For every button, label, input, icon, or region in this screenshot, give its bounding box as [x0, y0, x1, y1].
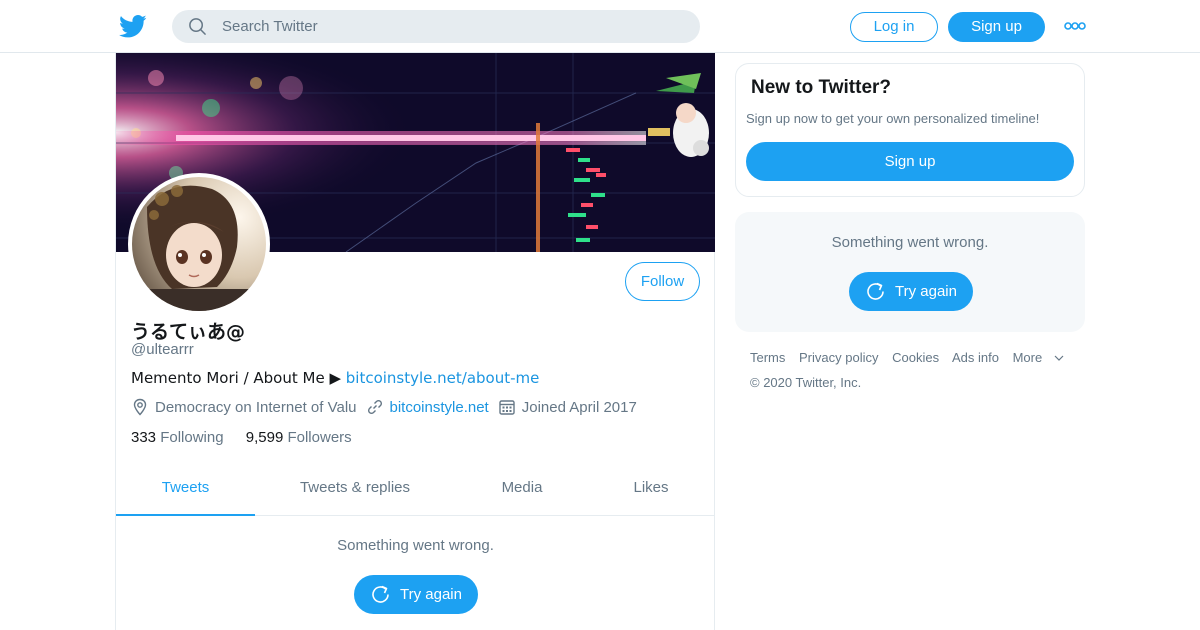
tab-likes[interactable]: Likes [611, 465, 691, 516]
bio-link[interactable]: bitcoinstyle.net/about-me [346, 369, 540, 387]
tab-tweets-replies[interactable]: Tweets & replies [275, 465, 435, 516]
retry-icon [867, 282, 884, 300]
sidebar-try-again-button[interactable]: Try again [849, 272, 973, 311]
footer-link-privacy[interactable]: Privacy policy [799, 350, 878, 365]
sidebar-error-text: Something went wrong. [831, 234, 989, 251]
website-link[interactable]: bitcoinstyle.net [390, 399, 489, 416]
location-pin-icon [133, 398, 147, 416]
timeline-try-again-button[interactable]: Try again [354, 575, 478, 614]
following-stat[interactable]: 333 Following [131, 429, 224, 446]
footer-link-terms[interactable]: Terms [750, 350, 785, 365]
profile-tabs: Tweets Tweets & replies Media Likes [116, 465, 715, 516]
following-count: 333 [131, 429, 157, 446]
following-label: Following [160, 429, 224, 446]
signup-card-title: New to Twitter? [751, 77, 892, 98]
profile-bio: Memento Mori / About Me ▶ bitcoinstyle.n… [131, 369, 539, 387]
footer-link-cookies[interactable]: Cookies [892, 350, 939, 365]
retry-icon [372, 585, 389, 603]
top-navigation-bar: Search Twitter Log in Sign up [0, 0, 1200, 53]
tab-tweets[interactable]: Tweets [116, 465, 255, 516]
chevron-down-icon [1054, 355, 1064, 361]
login-button[interactable]: Log in [850, 12, 938, 42]
search-icon [189, 18, 206, 35]
profile-column: Follow うるてぃあ@ @ultearrr Memento Mori / A… [115, 53, 715, 630]
twitter-bird-logo-icon[interactable] [119, 12, 147, 40]
footer-more-label: More [1012, 350, 1043, 365]
sidebar-try-again-label: Try again [895, 283, 957, 300]
footer-link-ads-info[interactable]: Ads info [952, 350, 999, 365]
new-to-twitter-card: New to Twitter? Sign up now to get your … [735, 63, 1085, 197]
signup-button[interactable]: Sign up [948, 12, 1045, 42]
followers-stat[interactable]: 9,599 Followers [246, 429, 352, 446]
search-bar[interactable]: Search Twitter [172, 10, 700, 43]
more-options-icon[interactable] [1064, 20, 1086, 32]
bio-text: Memento Mori / About Me ▶ [131, 369, 346, 387]
profile-display-name: うるてぃあ@ [131, 321, 246, 343]
search-input[interactable]: Search Twitter [222, 18, 318, 35]
sidebar-error-card: Something went wrong. Try again [735, 212, 1085, 332]
timeline-try-again-label: Try again [400, 586, 462, 603]
footer: Terms Privacy policy Cookies Ads info Mo… [750, 350, 1080, 390]
calendar-icon [499, 400, 515, 415]
timeline-error-text: Something went wrong. [337, 537, 494, 554]
footer-link-more[interactable]: More [1013, 350, 1065, 365]
joined-item: Joined April 2017 [498, 398, 637, 416]
sidebar-signup-button[interactable]: Sign up [746, 142, 1074, 181]
follow-button[interactable]: Follow [625, 262, 700, 301]
profile-meta: Democracy on Internet of Valu bitcoinsty… [131, 398, 646, 416]
followers-label: Followers [287, 429, 352, 446]
profile-stats: 333 Following 9,599 Followers [131, 429, 370, 446]
signup-card-text: Sign up now to get your own personalized… [746, 111, 1040, 126]
tab-media[interactable]: Media [472, 465, 572, 516]
link-icon [367, 399, 382, 415]
footer-copyright: © 2020 Twitter, Inc. [750, 375, 862, 390]
profile-avatar[interactable] [128, 173, 270, 315]
location-item: Democracy on Internet of Valu [131, 398, 357, 416]
joined-text: Joined April 2017 [521, 398, 637, 416]
profile-handle: @ultearrr [131, 341, 194, 358]
followers-count: 9,599 [245, 429, 284, 446]
website-item: bitcoinstyle.net [366, 398, 489, 416]
location-text: Democracy on Internet of Valu [155, 398, 357, 416]
